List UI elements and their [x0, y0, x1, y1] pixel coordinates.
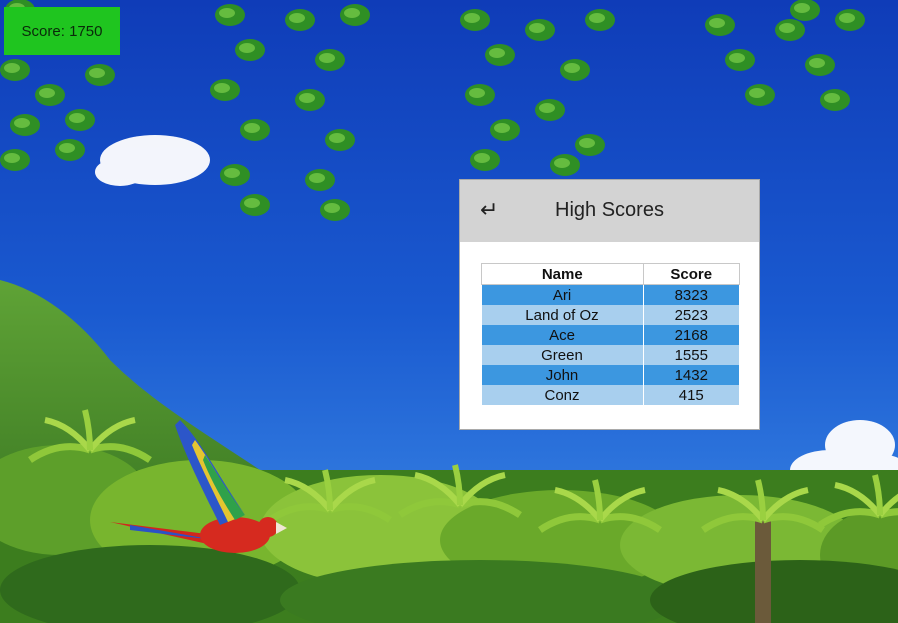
player-score: 2168 [643, 325, 740, 345]
player-score: 415 [643, 385, 740, 405]
dialog-header: ↵ High Scores [460, 180, 759, 242]
name-column-header: Name [481, 263, 644, 285]
table-row: Conz 415 [481, 385, 740, 405]
table-row: John 1432 [481, 365, 740, 385]
player-score: 8323 [643, 284, 740, 305]
player-score: 1555 [643, 345, 740, 365]
table-row: Ari 8323 [481, 284, 740, 305]
table-row: Green 1555 [481, 345, 740, 365]
player-name: John [481, 365, 644, 385]
table-row: Ace 2168 [481, 325, 740, 345]
jungle-background [0, 0, 898, 623]
dialog-title: High Scores [555, 199, 664, 221]
player-score: 1432 [643, 365, 740, 385]
player-name: Ace [481, 325, 644, 345]
player-name: Ari [481, 284, 644, 305]
high-scores-table: Name Score Ari 8323 Land of Oz 2523 Ace … [481, 263, 740, 405]
high-scores-dialog: ↵ High Scores Name Score Ari 8323 Land o… [459, 179, 760, 430]
player-score: 2523 [643, 305, 740, 325]
table-row: Land of Oz 2523 [481, 305, 740, 325]
player-name: Conz [481, 385, 644, 405]
score-display: Score: 1750 [4, 7, 120, 55]
score-column-header: Score [642, 263, 740, 285]
player-name: Land of Oz [481, 305, 644, 325]
player-name: Green [481, 345, 644, 365]
table-header-row: Name Score [481, 263, 740, 285]
